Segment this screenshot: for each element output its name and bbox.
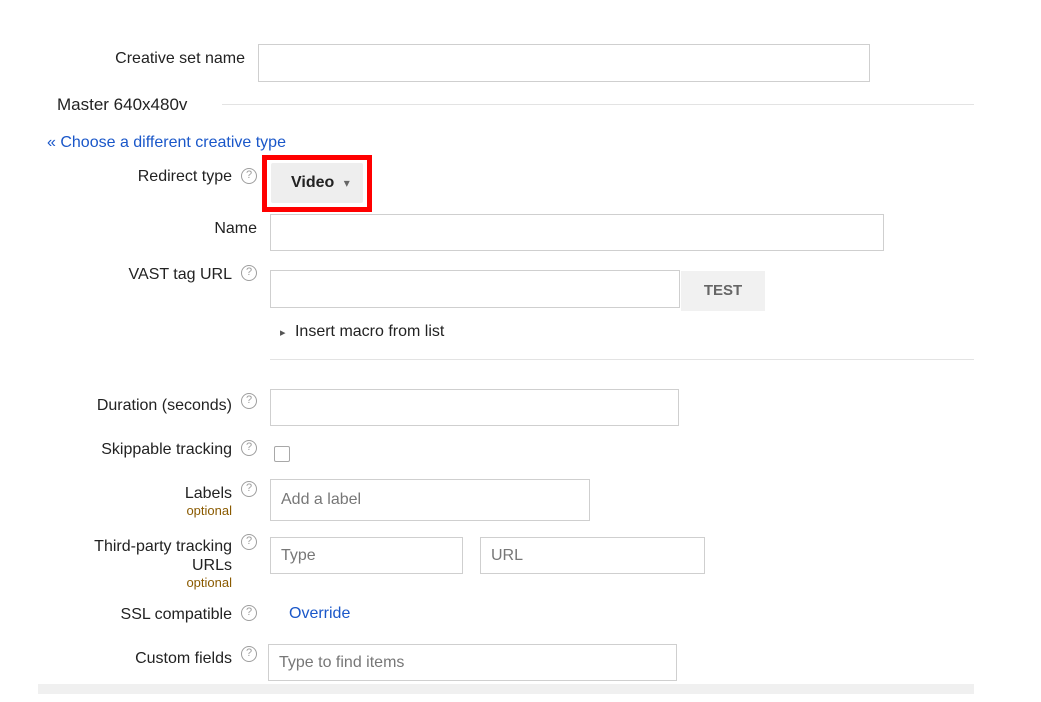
vast-tag-url-input[interactable]	[270, 270, 680, 308]
redirect-type-dropdown[interactable]: Video ▾	[271, 163, 363, 203]
labels-label: Labels	[184, 485, 232, 502]
help-icon[interactable]: ?	[241, 265, 257, 281]
labels-input[interactable]	[270, 479, 590, 521]
redirect-type-label: Redirect type	[137, 168, 232, 185]
duration-input[interactable]	[270, 389, 679, 426]
help-icon[interactable]: ?	[241, 168, 257, 184]
tracking-urls-label-line1: Third-party tracking	[94, 538, 232, 555]
custom-fields-label: Custom fields	[135, 650, 232, 667]
macro-divider	[270, 359, 974, 360]
section-title: Master 640x480v	[57, 95, 188, 114]
skippable-tracking-label: Skippable tracking	[101, 441, 232, 458]
custom-fields-input[interactable]	[268, 644, 677, 681]
section-divider	[222, 104, 974, 105]
tracking-type-input[interactable]	[270, 537, 463, 574]
help-icon[interactable]: ?	[241, 440, 257, 456]
bottom-shade	[38, 684, 974, 694]
chevron-down-icon: ▾	[343, 176, 350, 190]
test-button[interactable]: TEST	[681, 271, 765, 311]
skippable-tracking-checkbox[interactable]	[274, 446, 290, 462]
name-label: Name	[214, 220, 257, 237]
creative-set-name-input[interactable]	[258, 44, 870, 82]
help-icon[interactable]: ?	[241, 481, 257, 497]
ssl-compatible-label: SSL compatible	[120, 606, 232, 623]
redirect-type-value: Video	[291, 174, 335, 191]
insert-macro-label: Insert macro from list	[294, 323, 445, 340]
help-icon[interactable]: ?	[241, 605, 257, 621]
tracking-urls-label-line2: URLs	[191, 557, 232, 574]
duration-label: Duration (seconds)	[96, 397, 232, 414]
creative-set-name-label: Creative set name	[115, 50, 245, 67]
triangle-right-icon: ▸	[280, 327, 286, 339]
help-icon[interactable]: ?	[241, 393, 257, 409]
help-icon[interactable]: ?	[241, 646, 257, 662]
insert-macro-toggle[interactable]: ▸ Insert macro from list	[280, 322, 444, 343]
tracking-urls-optional-hint: optional	[186, 575, 232, 590]
vast-tag-url-label: VAST tag URL	[128, 266, 232, 283]
name-input[interactable]	[270, 214, 884, 251]
choose-different-type-link[interactable]: « Choose a different creative type	[47, 133, 286, 153]
help-icon[interactable]: ?	[241, 534, 257, 550]
ssl-override-link[interactable]: Override	[289, 604, 350, 624]
tracking-url-input[interactable]	[480, 537, 705, 574]
labels-optional-hint: optional	[186, 503, 232, 518]
